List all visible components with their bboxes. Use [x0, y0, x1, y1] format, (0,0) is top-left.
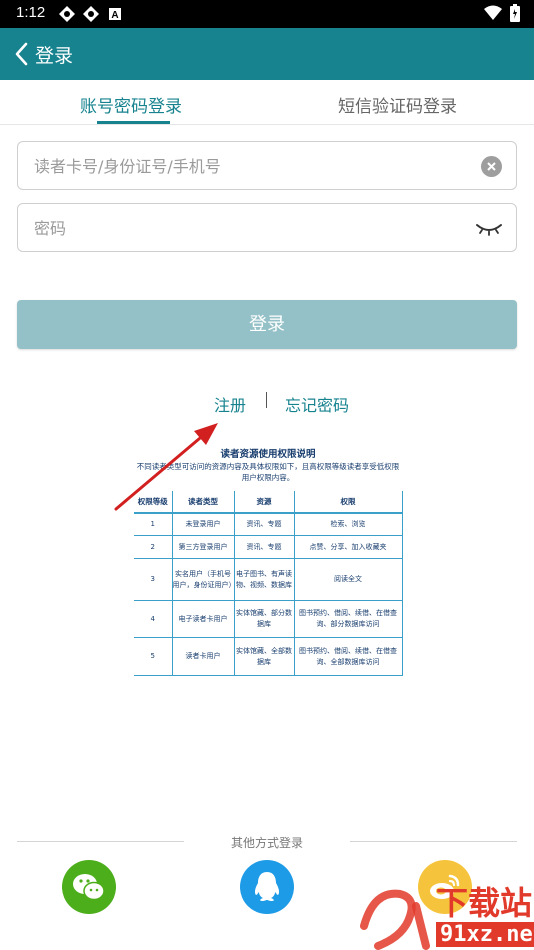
page-title: 登录 [35, 45, 74, 67]
app-bar: 登录 [0, 28, 534, 80]
wechat-login-button[interactable] [62, 860, 116, 914]
table-cell: 4 [134, 600, 173, 639]
table-cell: 2 [134, 535, 173, 560]
table-row: 4 电子读者卡用户 实体馆藏、部分数据库 图书预约、借阅、续借、在借查询、部分数… [134, 600, 403, 639]
site-watermark: 下载站 91xz.net [360, 878, 534, 950]
table-cell: 读者卡用户 [172, 637, 235, 676]
annotation-arrow-icon [114, 423, 218, 511]
notification-app-icon [59, 6, 75, 22]
link-divider [266, 392, 267, 408]
rights-col-permission: 权限 [294, 491, 403, 514]
watermark-title: 下载站 [436, 884, 533, 922]
other-login-label: 其他方式登录 [230, 836, 303, 850]
status-time: 1:12 [16, 4, 46, 21]
table-cell: 未登录用户 [172, 513, 235, 537]
table-row: 3 实名用户（手机号用户，身份证用户） 电子图书、有声读物、视频、数据库 阅读全… [134, 558, 403, 601]
clear-icon[interactable] [481, 156, 502, 177]
watermark-logo [360, 889, 430, 950]
rights-col-resource: 资源 [234, 491, 295, 514]
table-row: 1 未登录用户 资讯、专题 检索、浏览 [134, 513, 403, 537]
status-bar: 1:12 A [0, 0, 534, 28]
status-notification-icons: A [58, 5, 124, 23]
table-cell: 5 [134, 637, 173, 676]
back-arrow-icon[interactable] [12, 40, 34, 68]
eye-closed-icon[interactable] [474, 218, 504, 238]
register-link[interactable]: 注册 [214, 392, 246, 416]
table-cell: 阅读全文 [294, 558, 403, 601]
status-system-icons [484, 4, 520, 22]
notification-a-icon: A [109, 8, 121, 21]
watermark-url: 91xz.net [436, 922, 534, 947]
table-cell: 第三方登录用户 [172, 535, 235, 560]
table-cell: 检索、浏览 [294, 513, 403, 537]
account-field[interactable] [17, 141, 517, 190]
table-cell: 电子图书、有声读物、视频、数据库 [234, 558, 295, 601]
table-row: 2 第三方登录用户 资讯、专题 点赞、分享、加入收藏夹 [134, 535, 403, 560]
active-tab-indicator [97, 121, 170, 124]
password-input[interactable] [34, 216, 464, 240]
table-cell: 电子读者卡用户 [172, 600, 235, 639]
qq-login-button[interactable] [240, 860, 294, 914]
table-row: 5 读者卡用户 实体馆藏、全部数据库 图书预约、借阅、续借、在借查询、全部数据库… [134, 637, 403, 676]
login-button[interactable]: 登录 [17, 300, 517, 349]
account-input[interactable] [34, 154, 464, 178]
rights-table: 权限等级 读者类型 资源 权限 1 未登录用户 资讯、专题 检索、浏览 2 第三… [134, 491, 403, 676]
password-field[interactable] [17, 203, 517, 252]
account-links: 注册 忘记密码 [0, 392, 534, 416]
table-cell: 点赞、分享、加入收藏夹 [294, 535, 403, 560]
forgot-password-link[interactable]: 忘记密码 [285, 392, 349, 416]
battery-icon [510, 4, 520, 22]
tab-password-login[interactable]: 账号密码登录 [80, 92, 182, 117]
other-login-divider: 其他方式登录 [0, 833, 534, 853]
table-cell: 1 [134, 513, 173, 537]
table-cell: 图书预约、借阅、续借、在借查询、部分数据库访问 [294, 600, 403, 639]
tab-sms-login[interactable]: 短信验证码登录 [338, 92, 457, 117]
svg-text:A: A [111, 10, 118, 21]
divider-line [350, 841, 517, 842]
table-cell: 3 [134, 558, 173, 601]
login-tabs: 账号密码登录 短信验证码登录 [0, 80, 534, 125]
qq-penguin-icon [254, 872, 280, 901]
table-cell: 资讯、专题 [234, 513, 295, 537]
table-cell: 实体馆藏、部分数据库 [234, 600, 295, 639]
table-cell: 资讯、专题 [234, 535, 295, 560]
wechat-icon [73, 874, 105, 901]
table-cell: 图书预约、借阅、续借、在借查询、全部数据库访问 [294, 637, 403, 676]
table-cell: 实名用户（手机号用户，身份证用户） [172, 558, 236, 601]
notification-app-icon [83, 6, 99, 22]
wifi-icon [484, 5, 502, 20]
table-cell: 实体馆藏、全部数据库 [234, 637, 295, 676]
